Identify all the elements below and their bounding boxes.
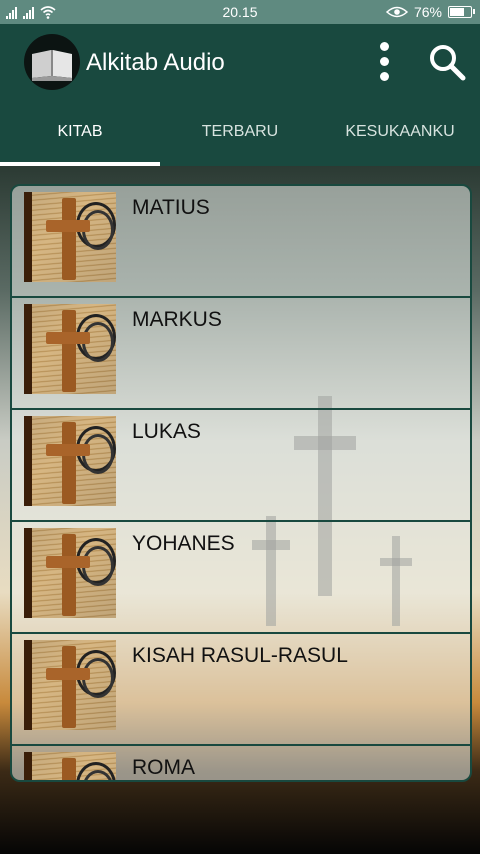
app-bar: Alkitab Audio KITAB TERBARU KESUKAANKU — [0, 24, 480, 166]
cross-bible-thumbnail — [24, 640, 116, 730]
search-icon[interactable] — [426, 42, 470, 86]
list-item[interactable]: ROMA — [12, 746, 470, 780]
cross-bible-thumbnail — [24, 528, 116, 618]
book-list: MATIUS MARKUS LUKAS YOHANES KISAH RASUL-… — [10, 184, 472, 782]
list-item[interactable]: LUKAS — [12, 410, 470, 522]
tab-bar: KITAB TERBARU KESUKAANKU — [0, 110, 480, 166]
list-item[interactable]: YOHANES — [12, 522, 470, 634]
list-item[interactable]: MARKUS — [12, 298, 470, 410]
eye-icon — [385, 6, 408, 18]
tab-kesukaanku[interactable]: KESUKAANKU — [320, 110, 480, 166]
content-area: MATIUS MARKUS LUKAS YOHANES KISAH RASUL-… — [0, 166, 480, 854]
cross-bible-thumbnail — [24, 192, 116, 282]
book-name: MATIUS — [132, 196, 210, 219]
app-title: Alkitab Audio — [86, 49, 225, 76]
battery-percent: 76% — [413, 4, 442, 20]
book-name: LUKAS — [132, 420, 201, 443]
list-item[interactable]: KISAH RASUL-RASUL — [12, 634, 470, 746]
status-bar: 20.15 76% — [0, 0, 480, 24]
tab-terbaru[interactable]: TERBARU — [160, 110, 320, 166]
book-name: YOHANES — [132, 532, 235, 555]
cross-bible-thumbnail — [24, 752, 116, 780]
book-name: KISAH RASUL-RASUL — [132, 644, 348, 667]
list-item[interactable]: MATIUS — [12, 186, 470, 298]
bible-book-icon — [24, 34, 80, 90]
status-right: 76% — [385, 4, 475, 20]
book-name: ROMA — [132, 756, 195, 779]
cross-bible-thumbnail — [24, 416, 116, 506]
book-name: MARKUS — [132, 308, 222, 331]
battery-icon — [448, 6, 475, 18]
tab-kitab[interactable]: KITAB — [0, 110, 160, 166]
cross-bible-thumbnail — [24, 304, 116, 394]
more-vert-icon[interactable] — [372, 40, 398, 84]
